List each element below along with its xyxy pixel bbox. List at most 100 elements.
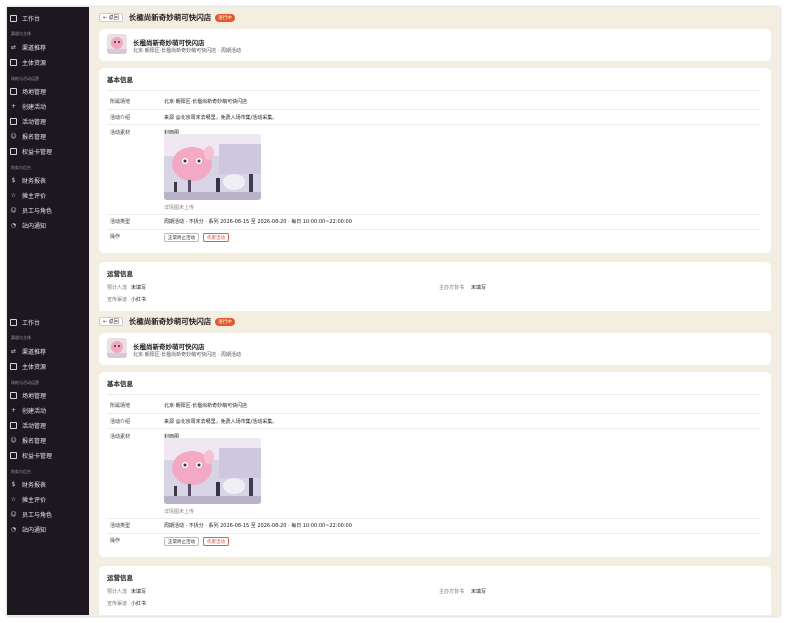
team-icon: ☺ xyxy=(10,510,17,518)
material-label: 活动素材 xyxy=(110,130,131,136)
sidebar-item-finance[interactable]: $ 财务报表 xyxy=(10,478,46,491)
sidebar-item-benefit[interactable]: 权益卡管理 xyxy=(10,449,52,462)
monitor-icon xyxy=(10,319,17,326)
team-icon: ☺ xyxy=(10,206,17,214)
type-value: 周期活动 · 不拆分 · 系列 2026-08-15 至 2026-08-20 … xyxy=(164,523,352,529)
sidebar-item-notice[interactable]: ◔ 站内通知 xyxy=(10,523,46,536)
sidebar-item-workbench[interactable]: 工作台 xyxy=(10,316,40,329)
sidebar-item-create-event[interactable]: + 创建活动 xyxy=(10,404,46,417)
row-divider xyxy=(107,124,761,125)
page-header: ← 返回 长楹尚新奇妙萌可快闪店 进行中 xyxy=(99,12,235,23)
bell-icon: ◔ xyxy=(10,525,17,533)
back-button[interactable]: ← 返回 xyxy=(99,317,123,326)
row-divider xyxy=(107,413,761,414)
sidebar-item-staff[interactable]: ☺ 员工与角色 xyxy=(10,204,52,217)
cover-image xyxy=(164,438,261,504)
sidebar-item-create-event[interactable]: + 创建活动 xyxy=(10,100,46,113)
organizer-label: 主办方背书 xyxy=(439,285,465,291)
sidebar-item-venue[interactable]: 场地管理 xyxy=(10,85,46,98)
status-badge: 进行中 xyxy=(215,317,235,326)
calendar-icon xyxy=(10,422,17,429)
stop-event-button[interactable]: 正常终止活动 xyxy=(164,537,199,546)
sidebar-group-label: 场地与活动运营 xyxy=(11,380,39,385)
share-icon: ⇄ xyxy=(10,347,17,355)
sidebar-item-review[interactable]: ☆ 摊主评价 xyxy=(10,493,46,506)
page-header: ← 返回 长楹尚新奇妙萌可快闪店 进行中 xyxy=(99,316,235,327)
sidebar-group-label: 渠道与主体 xyxy=(11,335,31,340)
sidebar-group-label: 渠道与主体 xyxy=(11,31,31,36)
type-value: 周期活动 · 不拆分 · 系列 2026-08-15 至 2026-08-20 … xyxy=(164,219,352,225)
row-divider xyxy=(107,518,761,519)
sidebar-item-event-mgmt[interactable]: 活动管理 xyxy=(10,419,46,432)
row-divider xyxy=(107,229,761,230)
back-button[interactable]: ← 返回 xyxy=(99,13,123,22)
shop-name: 长楹尚新奇妙萌可快闪店 xyxy=(133,39,205,47)
sidebar-item-channel-rec[interactable]: ⇄ 渠道推荐 xyxy=(10,345,46,358)
row-divider xyxy=(107,214,761,215)
row-divider xyxy=(107,428,761,429)
sidebar-item-benefit[interactable]: 权益卡管理 xyxy=(10,145,52,158)
share-icon: ⇄ xyxy=(10,43,17,51)
detail-image-note: 详情图未上传 xyxy=(164,205,195,211)
calendar-icon xyxy=(10,118,17,125)
shop-summary-card: 长楹尚新奇妙萌可快闪店 北京·朝阳区·长楹尚新奇妙萌可快闪店 · 周期活动 xyxy=(99,333,771,365)
sidebar-item-event-mgmt[interactable]: 活动管理 xyxy=(10,115,46,128)
plus-icon: + xyxy=(10,102,17,110)
sidebar-item-venue[interactable]: 场地管理 xyxy=(10,389,46,402)
intro-label: 活动介绍 xyxy=(110,115,131,121)
main-content: ← 返回 长楹尚新奇妙萌可快闪店 进行中 长楹尚新奇妙萌可快闪店 北京·朝阳区·… xyxy=(89,7,780,311)
intro-label: 活动介绍 xyxy=(110,419,131,425)
folder-icon xyxy=(10,363,17,370)
ops-info-card: 运营信息 预计人流 未填写 主办方背书 未填写 宣传渠道 小红书 xyxy=(99,566,771,615)
venue-icon xyxy=(10,392,17,399)
type-label: 活动类型 xyxy=(110,219,131,225)
shop-subtitle: 北京·朝阳区·长楹尚新奇妙萌可快闪店 · 周期活动 xyxy=(133,48,241,54)
shop-thumbnail xyxy=(107,338,127,358)
card-icon xyxy=(10,452,17,459)
row-divider xyxy=(107,109,761,110)
est-people-value: 未填写 xyxy=(131,285,147,291)
channel-label: 宣传渠道 xyxy=(107,601,128,607)
sidebar-item-channel-rec[interactable]: ⇄ 渠道推荐 xyxy=(10,41,46,54)
venue-value: 北京·朝阳区·长楹尚新奇妙萌可快闪店 xyxy=(164,99,248,105)
sidebar-item-staff[interactable]: ☺ 员工与角色 xyxy=(10,508,52,521)
cover-image xyxy=(164,134,261,200)
material-label: 活动素材 xyxy=(110,434,131,440)
row-divider xyxy=(107,394,761,395)
star-icon: ☆ xyxy=(10,191,17,199)
organizer-value: 未填写 xyxy=(471,589,487,595)
sidebar-item-notice[interactable]: ◔ 站内通知 xyxy=(10,219,46,232)
cancel-event-button[interactable]: 作废活动 xyxy=(203,233,229,242)
sidebar-item-subject-res[interactable]: 主体资源 xyxy=(10,56,46,69)
sidebar-group-label: 财务与后台 xyxy=(11,165,31,170)
app-view-2: 工作台 渠道与主体 ⇄ 渠道推荐 主体资源 场地与活动运营 场地管理 + 创建活动 … xyxy=(7,311,780,615)
organizer-label: 主办方背书 xyxy=(439,589,465,595)
organizer-value: 未填写 xyxy=(471,285,487,291)
ops-label: 操作 xyxy=(110,538,121,544)
section-title: 基本信息 xyxy=(107,380,133,388)
detail-image-note: 详情图未上传 xyxy=(164,509,195,515)
plus-icon: + xyxy=(10,406,17,414)
shop-thumbnail xyxy=(107,34,127,54)
sidebar-item-subject-res[interactable]: 主体资源 xyxy=(10,360,46,373)
status-badge: 进行中 xyxy=(215,13,235,22)
channel-label: 宣传渠道 xyxy=(107,297,128,303)
users-icon: ☺ xyxy=(10,436,17,444)
shop-subtitle: 北京·朝阳区·长楹尚新奇妙萌可快闪店 · 周期活动 xyxy=(133,352,241,358)
cancel-event-button[interactable]: 作废活动 xyxy=(203,537,229,546)
page-title: 长楹尚新奇妙萌可快闪店 xyxy=(128,317,212,326)
sidebar-item-signup[interactable]: ☺ 报名管理 xyxy=(10,434,46,447)
sidebar-item-signup[interactable]: ☺ 报名管理 xyxy=(10,130,46,143)
sidebar-group-label: 财务与后台 xyxy=(11,469,31,474)
section-title: 运营信息 xyxy=(107,574,133,582)
sidebar: 工作台 渠道与主体 ⇄ 渠道推荐 主体资源 场地与活动运营 场地管理 + 创建活动 … xyxy=(7,7,89,311)
page-title: 长楹尚新奇妙萌可快闪店 xyxy=(128,13,212,22)
sidebar-item-workbench[interactable]: 工作台 xyxy=(10,12,40,25)
channel-value: 小红书 xyxy=(131,601,147,607)
channel-value: 小红书 xyxy=(131,297,147,303)
sidebar-item-review[interactable]: ☆ 摊主评价 xyxy=(10,189,46,202)
stop-event-button[interactable]: 正常终止活动 xyxy=(164,233,199,242)
card-icon xyxy=(10,148,17,155)
sidebar-item-finance[interactable]: $ 财务报表 xyxy=(10,174,46,187)
ops-label: 操作 xyxy=(110,234,121,240)
